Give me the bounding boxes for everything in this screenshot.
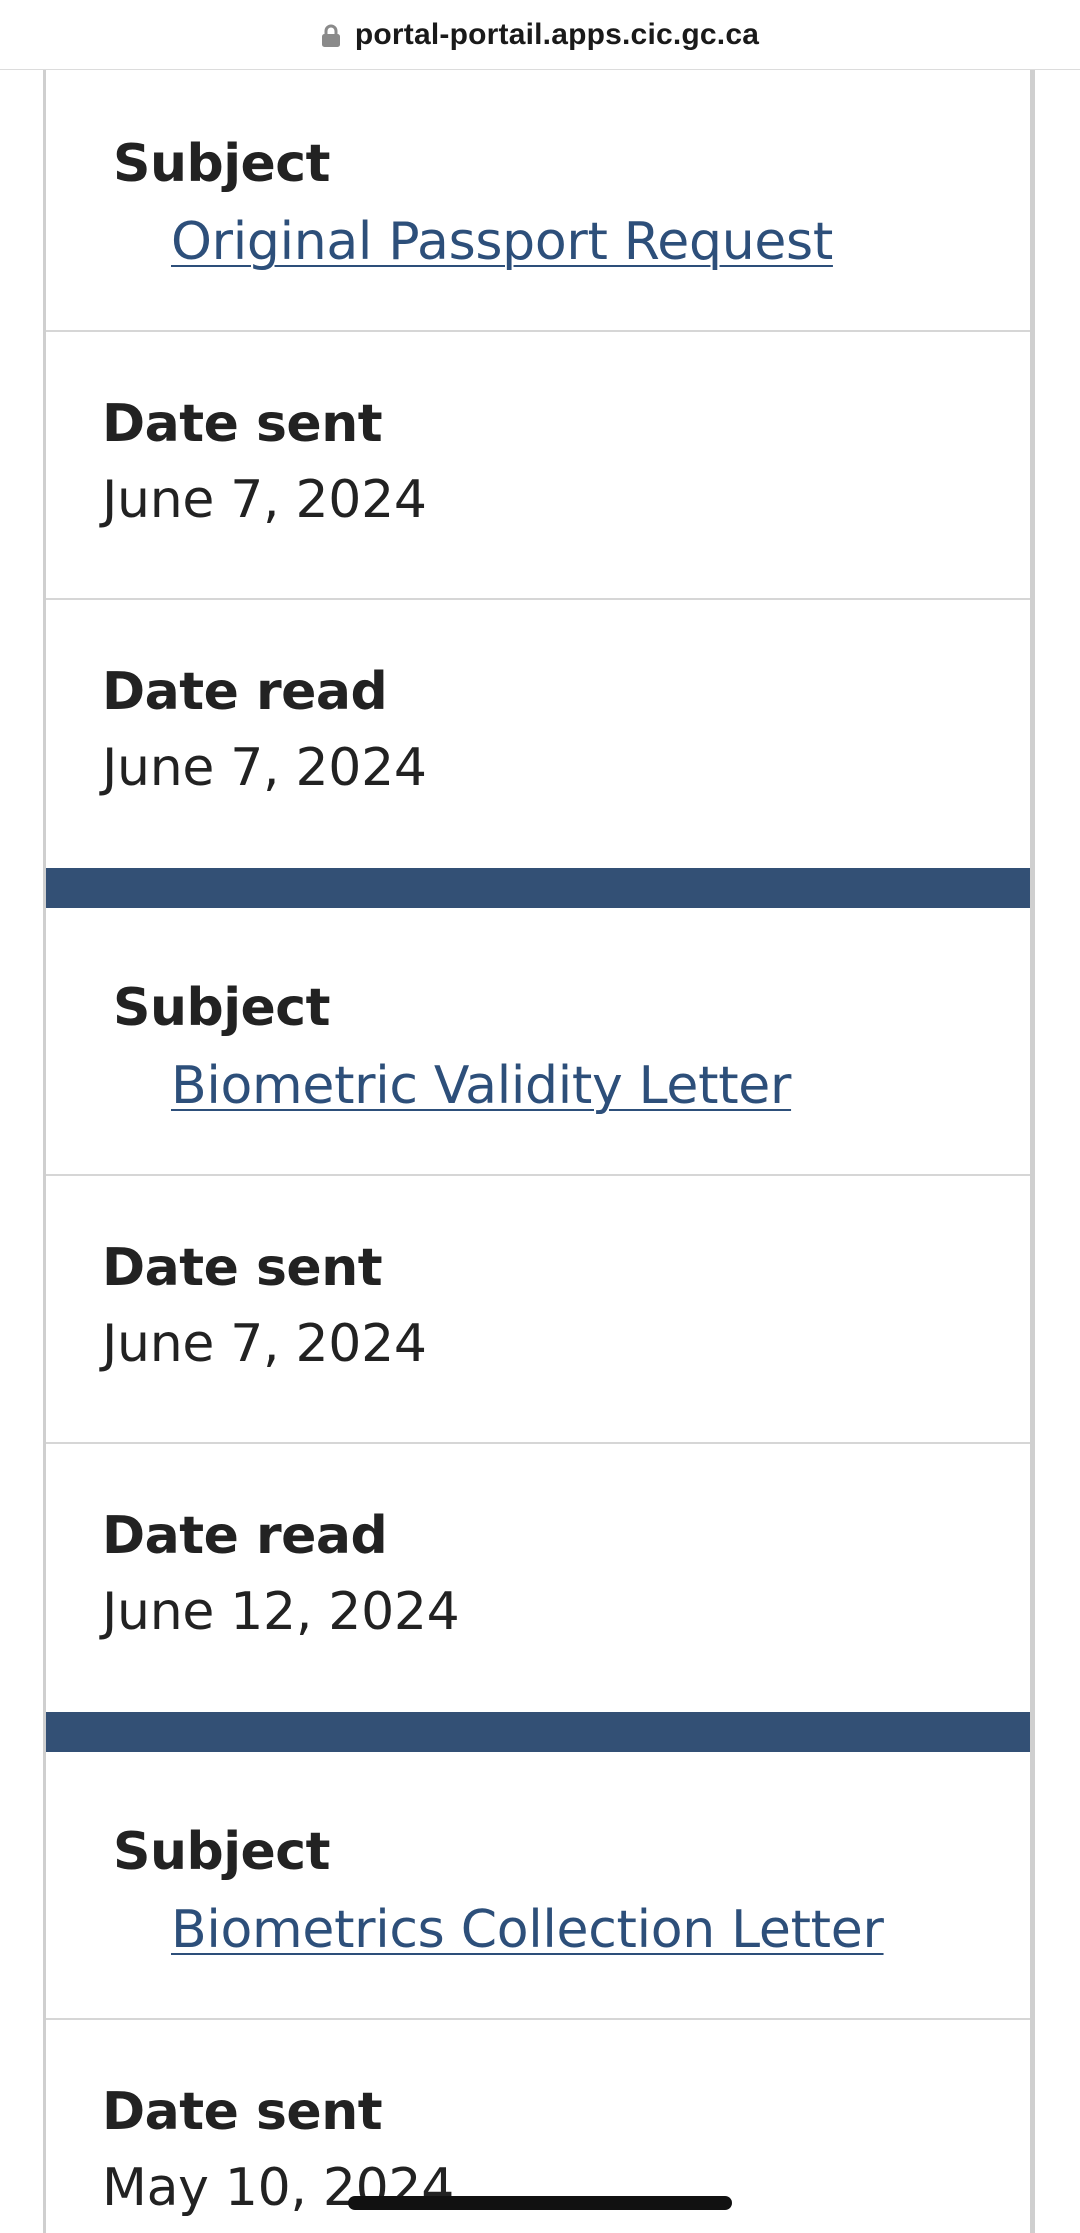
date-sent-label: Date sent <box>102 1238 383 1298</box>
date-sent-label: Date sent <box>102 394 383 454</box>
message-subject-link[interactable]: Biometrics Collection Letter <box>171 1900 884 1960</box>
subject-label: Subject <box>113 978 330 1038</box>
subject-label: Subject <box>113 134 330 194</box>
browser-address-bar[interactable]: portal-portail.apps.cic.gc.ca <box>0 0 1080 70</box>
lock-icon <box>321 24 341 48</box>
message-group-divider <box>46 868 1030 908</box>
message-date-read-cell: Date read June 7, 2024 <box>46 600 1030 868</box>
message-subject-cell: Subject Biometric Validity Letter <box>46 908 1030 1176</box>
date-read-value: June 12, 2024 <box>102 1582 460 1642</box>
date-read-label: Date read <box>102 1506 388 1566</box>
message-subject-link[interactable]: Biometric Validity Letter <box>171 1056 791 1116</box>
message-date-sent-cell: Date sent June 7, 2024 <box>46 332 1030 600</box>
date-sent-label: Date sent <box>102 2082 383 2142</box>
message-group-divider <box>46 1712 1030 1752</box>
home-indicator[interactable] <box>348 2196 732 2210</box>
date-read-value: June 7, 2024 <box>102 738 427 798</box>
message-subject-cell: Subject Original Passport Request <box>46 70 1030 332</box>
message-date-sent-cell: Date sent June 7, 2024 <box>46 1176 1030 1444</box>
date-sent-value: June 7, 2024 <box>102 470 427 530</box>
subject-label: Subject <box>113 1822 330 1882</box>
date-sent-value: June 7, 2024 <box>102 1314 427 1374</box>
message-subject-cell: Subject Biometrics Collection Letter <box>46 1752 1030 2020</box>
messages-table: Subject Original Passport Request Date s… <box>43 70 1035 2233</box>
url-text[interactable]: portal-portail.apps.cic.gc.ca <box>355 18 759 52</box>
messages-list[interactable]: Subject Original Passport Request Date s… <box>0 70 1080 2233</box>
date-read-label: Date read <box>102 662 388 722</box>
message-subject-link[interactable]: Original Passport Request <box>171 212 833 272</box>
message-date-read-cell: Date read June 12, 2024 <box>46 1444 1030 1712</box>
